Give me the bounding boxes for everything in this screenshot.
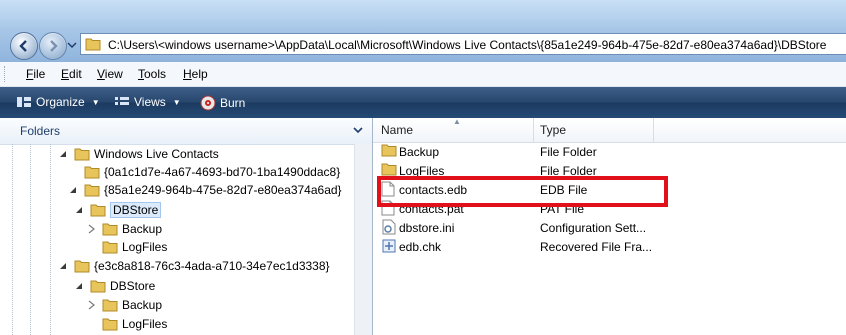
address-path: C:\Users\<windows username>\AppData\Loca… (108, 38, 827, 52)
tree-item-logfiles[interactable]: LogFiles (86, 315, 167, 333)
folder-tree: Windows Live Contacts {0a1c1d7e-4a67-469… (0, 144, 354, 335)
expanded-arrow-icon[interactable] (58, 149, 68, 159)
file-row-dbstore-ini[interactable]: dbstore.ini Configuration Sett... (373, 218, 846, 237)
folder-icon (381, 144, 397, 157)
folder-icon (85, 38, 101, 51)
menu-grip (4, 66, 7, 82)
column-divider[interactable] (653, 118, 654, 142)
tree-item-guid-0a1c[interactable]: {0a1c1d7e-4a67-4693-bd70-1ba1490ddac8} (68, 163, 340, 181)
folder-icon (84, 166, 100, 179)
burn-button[interactable]: Burn (200, 95, 245, 111)
folder-icon (102, 241, 118, 254)
recovered-file-icon (382, 239, 396, 253)
forward-button[interactable] (39, 32, 67, 60)
file-row-edb-chk[interactable]: edb.chk Recovered File Fra... (373, 237, 846, 256)
highlight-annotation-box (377, 176, 668, 207)
chevron-down-icon: ▼ (172, 97, 181, 107)
settings-file-icon (382, 219, 396, 235)
back-arrow-icon (19, 40, 27, 52)
folder-icon (84, 184, 100, 197)
collapsed-arrow-icon[interactable] (86, 300, 96, 310)
folder-icon (74, 260, 90, 273)
chevron-down-icon[interactable] (352, 124, 364, 136)
menu-file[interactable]: File (26, 67, 45, 81)
folder-icon (102, 318, 118, 331)
command-toolbar: Organize ▼ Views ▼ Burn (0, 87, 846, 118)
sort-ascending-icon: ▲ (453, 117, 461, 126)
expanded-arrow-icon[interactable] (74, 281, 84, 291)
tree-item-guid-85a1[interactable]: {85a1e249-964b-475e-82d7-e80ea374a6ad} (68, 181, 342, 199)
tree-item-logfiles[interactable]: LogFiles (86, 238, 167, 256)
chevron-down-icon: ▼ (91, 97, 100, 107)
folder-icon (102, 223, 118, 236)
menu-edit[interactable]: Edit (61, 67, 82, 81)
file-row-backup[interactable]: Backup File Folder (373, 142, 846, 161)
tree-item-guid-e3c8[interactable]: {e3c8a818-76c3-4ada-a710-34e7ec1d3338} (58, 257, 330, 275)
views-button[interactable]: Views ▼ (114, 95, 181, 109)
folder-icon (381, 163, 397, 176)
folder-icon (90, 280, 106, 293)
folders-header[interactable]: Folders (0, 118, 372, 145)
menu-help[interactable]: Help (183, 67, 208, 81)
organize-button[interactable]: Organize ▼ (16, 95, 100, 109)
recent-pages-dropdown-icon[interactable] (67, 41, 77, 49)
expanded-arrow-icon[interactable] (74, 205, 84, 215)
organize-icon (17, 97, 31, 107)
address-field[interactable]: C:\Users\<windows username>\AppData\Loca… (80, 33, 846, 55)
folders-title: Folders (20, 124, 61, 138)
tree-guide (30, 144, 31, 335)
tree-item-backup[interactable]: Backup (86, 220, 162, 238)
open-folder-icon (90, 204, 106, 217)
folder-icon (74, 148, 90, 161)
column-header-type[interactable]: Type (540, 123, 566, 137)
address-bar-area: C:\Users\<windows username>\AppData\Loca… (0, 0, 846, 62)
menu-bar: File Edit View Tools Help (0, 62, 846, 87)
back-button[interactable] (10, 32, 38, 60)
file-list-pane: ▲ Name Type Backup File Folder LogFiles … (373, 117, 846, 335)
column-header-name[interactable]: Name (381, 123, 413, 137)
tree-item-windows-live-contacts[interactable]: Windows Live Contacts (58, 145, 219, 163)
collapsed-arrow-icon[interactable] (86, 224, 96, 234)
expanded-arrow-icon[interactable] (68, 185, 78, 195)
tree-guide (12, 144, 13, 335)
tree-guide (50, 144, 51, 335)
menu-tools[interactable]: Tools (138, 67, 166, 81)
tree-item-dbstore-selected[interactable]: DBStore (74, 201, 162, 219)
column-divider[interactable] (533, 118, 534, 142)
folder-icon (102, 299, 118, 312)
column-headers: ▲ Name Type (373, 117, 846, 143)
folders-scrollbar[interactable] (354, 144, 372, 335)
views-icon (115, 97, 129, 105)
expanded-arrow-icon[interactable] (58, 261, 68, 271)
menu-view[interactable]: View (97, 67, 123, 81)
folders-pane: Folders Windows Live Contacts {0a1c1d7e-… (0, 118, 373, 335)
burn-disc-icon (200, 95, 216, 111)
forward-arrow-icon (50, 40, 58, 52)
tree-item-dbstore[interactable]: DBStore (74, 277, 155, 295)
tree-item-backup[interactable]: Backup (86, 296, 162, 314)
